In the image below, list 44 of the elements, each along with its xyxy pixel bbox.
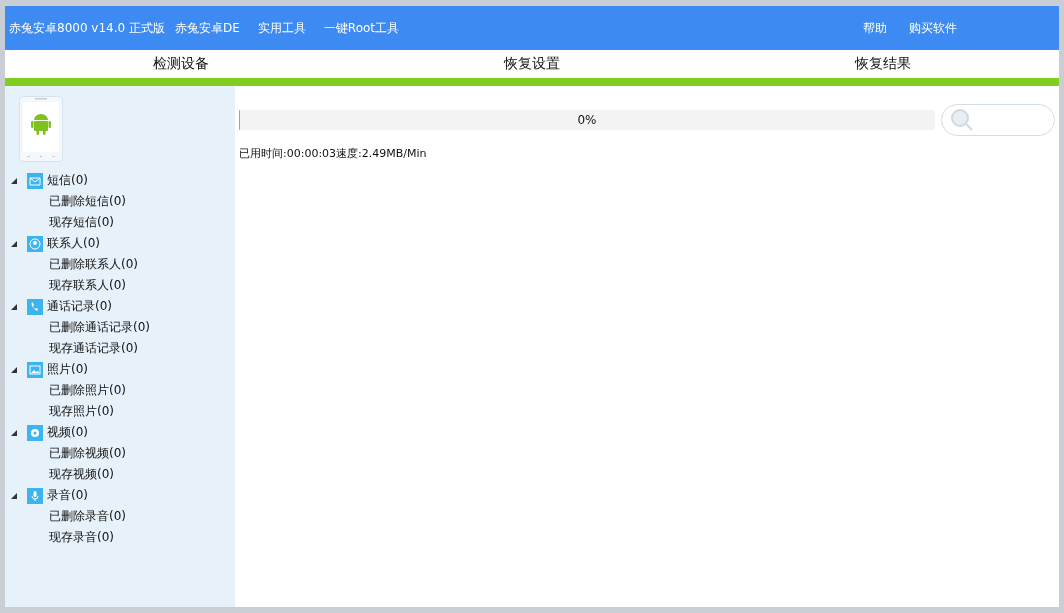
step-label: 恢复结果 [853,55,913,73]
tree-node[interactable]: 录音(0) [11,485,235,506]
contact-icon [27,235,43,252]
tree-node-label: 照片(0) [47,361,88,378]
tree-node[interactable]: 通话记录(0) [11,296,235,317]
tree-node-label: 视频(0) [47,424,88,441]
expand-icon[interactable] [11,492,17,499]
tree-child[interactable]: 现存录音(0) [49,529,114,546]
tree-child[interactable]: 已删除短信(0) [49,193,126,210]
expand-icon[interactable] [11,303,17,310]
call-icon [27,298,43,315]
tree-child[interactable]: 已删除联系人(0) [49,256,138,273]
step-label: 恢复设置 [502,55,561,73]
tree-node-label: 录音(0) [47,487,88,504]
message-icon [27,172,43,189]
tree-node[interactable]: 联系人(0) [11,233,235,254]
photo-icon [27,361,43,378]
phone-drawing [19,96,63,162]
status-text: 已用时间:00:00:03速度:2.49MB/Min [239,146,428,161]
expand-icon[interactable] [11,240,17,247]
tree-child[interactable]: 已删除通话记录(0) [49,319,150,336]
tree-child[interactable]: 现存视频(0) [49,466,114,483]
tree-node[interactable]: 短信(0) [11,170,235,191]
tree-child[interactable]: 已删除照片(0) [49,382,126,399]
tree-child[interactable]: 现存联系人(0) [49,277,126,294]
expand-icon[interactable] [11,366,17,373]
expand-icon[interactable] [11,429,17,436]
step-label: 检测设备 [151,55,210,73]
video-icon [27,424,43,441]
tree-node-label: 通话记录(0) [47,298,112,315]
tree-child[interactable]: 现存短信(0) [49,214,114,231]
tree-node[interactable]: 照片(0) [11,359,235,380]
search-icon [950,108,974,132]
progress-reading: 0% [577,113,597,127]
tree-node-label: 短信(0) [47,172,88,189]
audio-icon [27,487,43,504]
tree-child[interactable]: 现存通话记录(0) [49,340,138,357]
tree-child[interactable]: 已删除视频(0) [49,445,126,462]
tree-child[interactable]: 已删除录音(0) [49,508,126,525]
tree-child[interactable]: 现存照片(0) [49,403,114,420]
tree-node[interactable]: 视频(0) [11,422,235,443]
tree-node-label: 联系人(0) [47,235,100,252]
app-title: 赤兔安卓8000 v14.0 正式版 [9,19,165,37]
expand-icon[interactable] [11,177,17,184]
